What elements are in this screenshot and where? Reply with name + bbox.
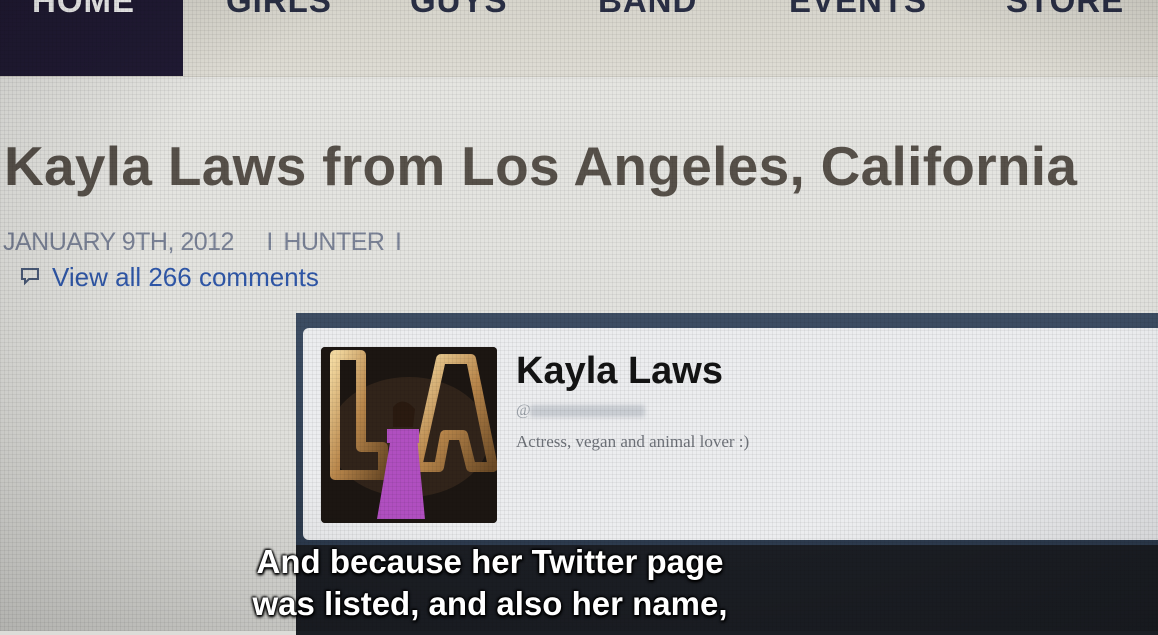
profile-avatar[interactable] <box>321 347 497 523</box>
nav-item-home-label: HOME <box>32 0 135 19</box>
nav-item-home[interactable]: HOME <box>0 0 183 76</box>
screen: HOME GIRLS GUYS BAND EVENTS STORE Kayla … <box>0 0 1158 635</box>
view-comments-label: View all 266 comments <box>52 261 319 292</box>
handle-redacted <box>530 405 645 417</box>
subtitle-line-2: was listed, and also her name, <box>252 585 728 622</box>
nav-item-girls[interactable]: GIRLS <box>226 0 332 28</box>
comment-icon <box>21 268 39 286</box>
meta-divider: I <box>266 228 273 256</box>
video-subtitle: And because her Twitter page was listed,… <box>180 541 800 625</box>
meta-divider: I <box>394 228 402 256</box>
article-author[interactable]: HUNTER <box>283 228 385 256</box>
article-meta: JANUARY 9TH, 2012 I HUNTER I <box>3 228 405 257</box>
profile-bio: Actress, vegan and animal lover :) <box>516 432 750 451</box>
top-nav: HOME GIRLS GUYS BAND EVENTS STORE <box>0 0 1158 77</box>
subtitle-line-1: And because her Twitter page <box>256 543 724 580</box>
nav-item-guys[interactable]: GUYS <box>410 0 508 28</box>
article-title: Kayla Laws from Los Angeles, California <box>4 135 1078 197</box>
avatar-photo-icon <box>321 347 497 523</box>
nav-item-events[interactable]: EVENTS <box>789 0 927 28</box>
profile-name[interactable]: Kayla Laws <box>516 350 723 393</box>
nav-item-band[interactable]: BAND <box>598 0 697 28</box>
article-date: JANUARY 9TH, 2012 <box>3 228 234 256</box>
view-comments-link[interactable]: View all 266 comments <box>20 262 319 292</box>
nav-item-store[interactable]: STORE <box>1006 0 1124 28</box>
profile-handle[interactable]: @ <box>516 402 531 420</box>
